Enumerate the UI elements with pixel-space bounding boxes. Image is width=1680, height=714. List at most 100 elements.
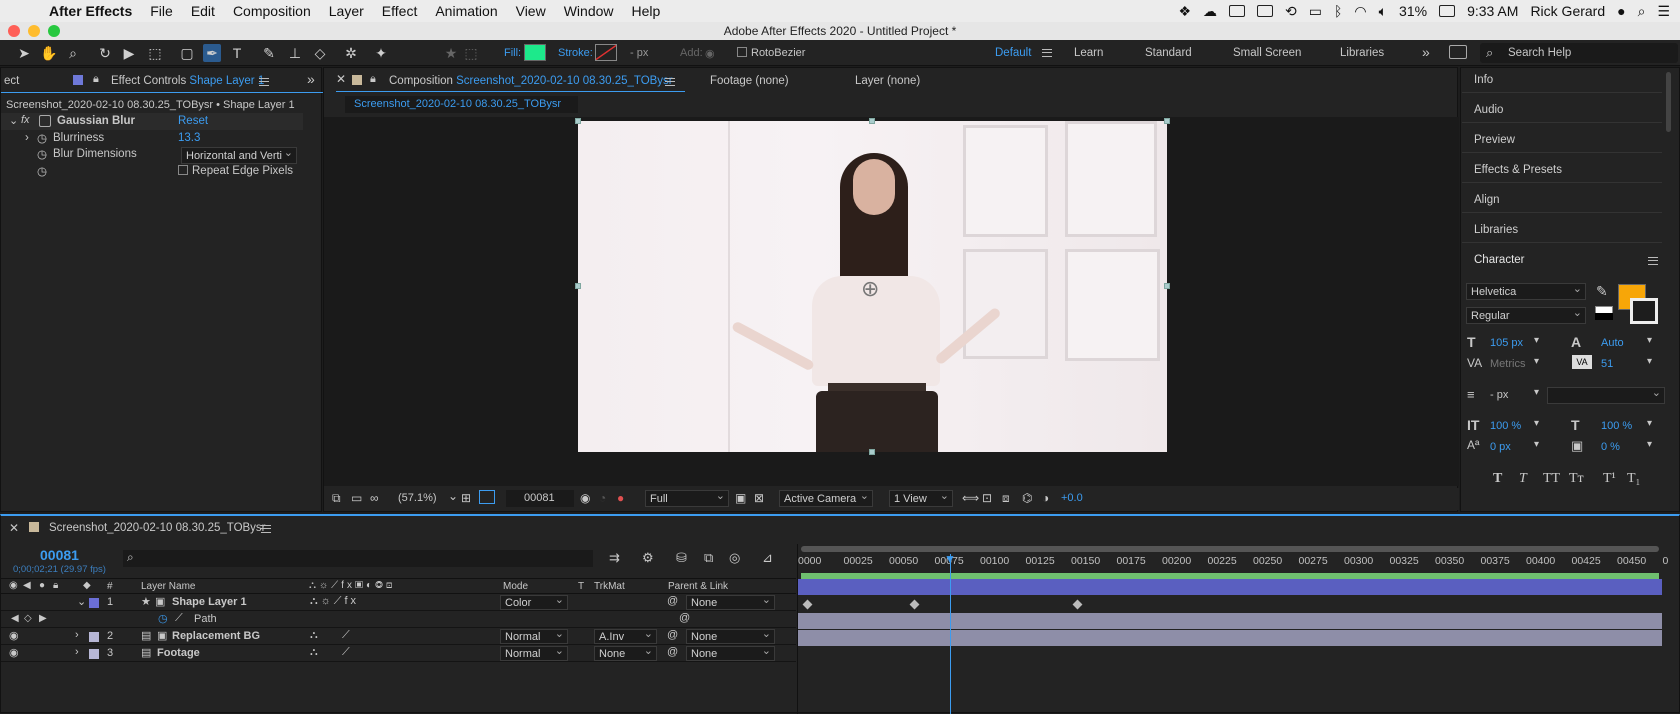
eye-icon[interactable]: ◉ — [9, 629, 19, 642]
stroke-label[interactable]: Stroke: — [558, 47, 593, 59]
expand-panels-icon[interactable]: » — [307, 71, 315, 87]
star-toggle-icon[interactable]: ★ — [442, 44, 460, 62]
baseline-shift-dropdown-icon[interactable]: ▾ — [1534, 439, 1539, 450]
lock-column-icon[interactable]: 🔒︎ — [53, 580, 58, 591]
fast-preview-icon[interactable]: ⊡ — [982, 491, 992, 505]
trkmat-dropdown[interactable]: A.Inv — [594, 629, 657, 644]
layer-row[interactable]: ◉ › 3 ▤ Footage ⛬ ⟋ Normal None @ None — [1, 646, 796, 662]
project-tab-partial[interactable]: ect — [4, 75, 19, 87]
workspace-standard[interactable]: Standard — [1145, 47, 1192, 59]
snapshot-icon[interactable]: ◉ — [580, 491, 590, 505]
all-caps-button[interactable]: TT — [1543, 471, 1560, 487]
blend-mode-dropdown[interactable]: Normal — [500, 629, 568, 644]
layer-switches[interactable]: ⛬☼⟋fx — [310, 595, 359, 608]
airplay-icon[interactable]: ▭ — [1309, 3, 1322, 20]
font-style-dropdown[interactable]: Regular — [1466, 307, 1586, 324]
3d-glasses-icon[interactable]: ∞ — [370, 491, 379, 505]
comp-subtab[interactable]: Screenshot_2020-02-10 08.30.25_TOBysr — [345, 96, 578, 113]
panel-menu-icon[interactable] — [261, 525, 271, 533]
close-tab-icon[interactable]: ✕ — [9, 521, 19, 535]
stopwatch-icon[interactable]: ◷ — [37, 164, 47, 178]
eyedropper-icon[interactable]: ✎ — [1596, 283, 1608, 300]
add-keyframe-icon[interactable]: ◇ — [24, 613, 32, 624]
close-tab-icon[interactable]: ✕ — [336, 72, 346, 86]
character-panel-title[interactable]: Character — [1474, 254, 1525, 266]
faux-bold-button[interactable]: T — [1493, 471, 1502, 487]
panel-menu-icon[interactable] — [665, 78, 675, 86]
views-dropdown[interactable]: 1 View — [889, 490, 953, 507]
playhead-icon[interactable]: ▼ — [944, 552, 956, 566]
stroke-width-value[interactable]: - px — [1490, 389, 1508, 401]
resolution-dropdown[interactable]: Full — [645, 490, 729, 507]
expression-pickwhip-icon[interactable]: @ — [679, 612, 690, 624]
layer-name-column[interactable]: Layer Name — [141, 581, 195, 592]
property-row[interactable]: ◀ ◇ ▶ ◷ ⟋ Path @ — [1, 612, 796, 628]
layer-bar-shape[interactable] — [798, 579, 1662, 595]
subscript-button[interactable]: T₁ — [1627, 471, 1640, 487]
parent-dropdown[interactable]: None — [686, 629, 775, 644]
layer-label-swatch[interactable] — [89, 649, 99, 659]
panel-scrollbar[interactable] — [1666, 72, 1671, 132]
minimize-window-icon[interactable] — [28, 25, 40, 37]
selection-tool-icon[interactable]: ➤ — [15, 44, 33, 62]
effect-header-row[interactable]: ⌄ fx Gaussian Blur Reset — [1, 113, 303, 130]
kerning-value[interactable]: Metrics — [1490, 358, 1525, 370]
collapse-chevron-icon[interactable]: ⌄ — [77, 595, 86, 608]
panel-menu-icon[interactable] — [1648, 257, 1658, 265]
blend-mode-dropdown[interactable]: Normal — [500, 646, 568, 661]
layer-row[interactable]: ⌄ 1 ★ ▣ Shape Layer 1 ⛬☼⟋fx Color @ None — [1, 595, 796, 611]
frame-blending-icon[interactable]: ⧉ — [704, 550, 713, 566]
add-icon[interactable]: ◉ — [705, 47, 715, 60]
always-preview-icon[interactable]: ⧉ — [332, 491, 341, 506]
mask-toggle-icon[interactable]: ⬚ — [462, 44, 480, 62]
blur-dimensions-dropdown[interactable]: Horizontal and Verti — [181, 147, 297, 164]
bluetooth-icon[interactable]: ᛒ — [1334, 3, 1342, 19]
align-panel-tab[interactable]: Align — [1474, 194, 1500, 206]
layer-label-swatch[interactable] — [89, 632, 99, 642]
tracking-dropdown-icon[interactable]: ▾ — [1647, 356, 1652, 367]
workspace-learn[interactable]: Learn — [1074, 47, 1103, 59]
monitor-icon[interactable]: ▭ — [351, 491, 362, 505]
trkmat-dropdown[interactable]: None — [594, 646, 657, 661]
composition-tab[interactable]: Composition Screenshot_2020-02-10 08.30.… — [389, 75, 673, 87]
next-keyframe-icon[interactable]: ▶ — [39, 613, 47, 624]
blurriness-value[interactable]: 13.3 — [178, 132, 200, 144]
menu-file[interactable]: File — [141, 3, 182, 19]
small-caps-button[interactable]: Tт — [1569, 471, 1584, 487]
font-size-value[interactable]: 105 px — [1490, 337, 1523, 349]
stopwatch-icon[interactable]: ◷ — [37, 131, 47, 145]
grid-icon[interactable]: ⊞ — [461, 491, 471, 505]
pickwhip-icon[interactable]: @ — [667, 629, 678, 641]
comp-handle[interactable] — [1164, 283, 1170, 289]
workspace-menu-icon[interactable] — [1042, 49, 1052, 57]
notification-center-icon[interactable]: ☰ — [1657, 3, 1670, 20]
tracking-value[interactable]: 51 — [1601, 358, 1613, 370]
brush-tool-icon[interactable]: ✎ — [260, 44, 278, 62]
layer-tab[interactable]: Layer (none) — [855, 75, 920, 87]
workspace-layout-icon[interactable] — [1449, 45, 1467, 59]
wifi-icon[interactable]: ◠ — [1354, 3, 1366, 20]
stroke-color-swatch[interactable] — [1630, 298, 1658, 324]
clock[interactable]: 9:33 AM — [1467, 3, 1518, 19]
expand-chevron-icon[interactable]: › — [75, 646, 79, 658]
baseline-shift-value[interactable]: 0 px — [1490, 441, 1511, 453]
graph-icon[interactable]: ⟋ — [175, 612, 183, 625]
flowchart-icon[interactable]: ⌬ — [1022, 491, 1032, 505]
region-of-interest-icon[interactable]: ▣ — [735, 491, 746, 505]
screen-icon[interactable] — [1229, 5, 1246, 17]
zoom-tool-icon[interactable]: ⌕ — [64, 44, 82, 62]
comp-mini-flowchart-icon[interactable]: ⇉ — [609, 550, 620, 566]
stopwatch-icon[interactable]: ◷ — [37, 147, 47, 161]
work-area-bar[interactable] — [801, 546, 1659, 552]
stopwatch-icon[interactable]: ◷ — [158, 612, 168, 625]
layer-name[interactable]: Replacement BG — [172, 630, 260, 642]
type-tool-icon[interactable]: T — [228, 44, 246, 62]
comp-handle[interactable] — [869, 449, 875, 455]
layer-name[interactable]: Shape Layer 1 — [172, 596, 247, 608]
roto-brush-tool-icon[interactable]: ✲ — [342, 44, 360, 62]
puppet-tool-icon[interactable]: ✦ — [372, 44, 390, 62]
fill-label[interactable]: Fill: — [504, 47, 521, 59]
workspace-libraries[interactable]: Libraries — [1340, 47, 1384, 59]
panel-menu-icon[interactable] — [259, 78, 269, 86]
toggle-pixel-aspect-icon[interactable]: ⟺ — [962, 491, 979, 505]
